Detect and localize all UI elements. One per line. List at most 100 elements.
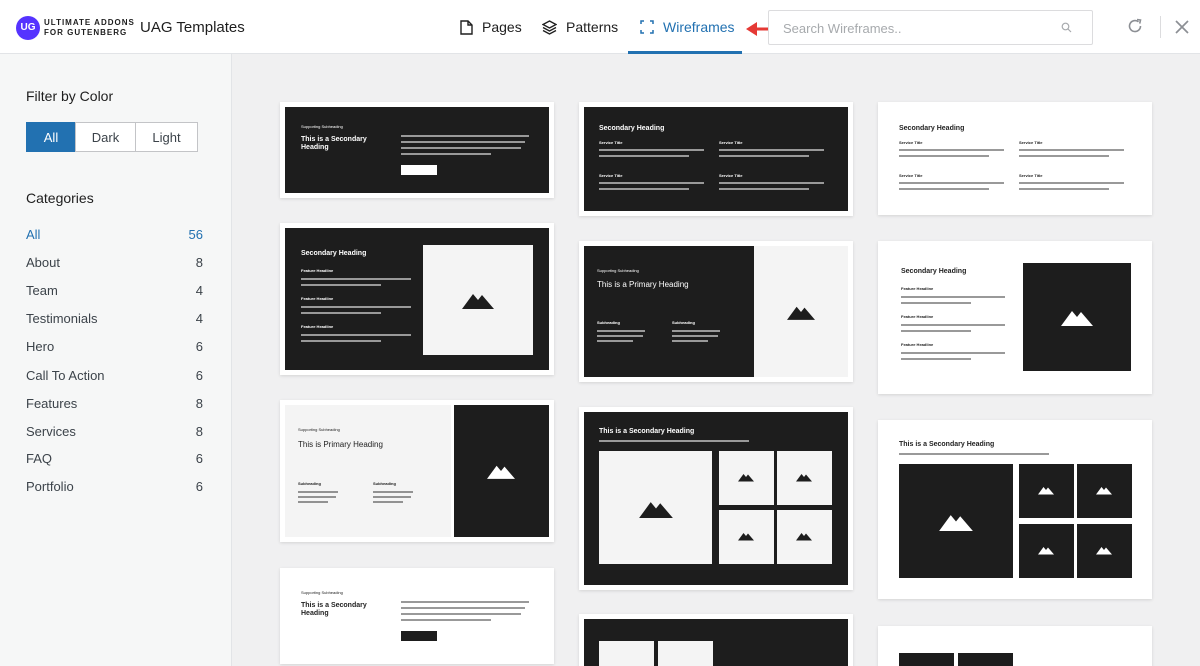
category-count: 8 [195,255,203,270]
thumb-image-placeholder [777,451,832,505]
sidebar: Filter by Color All Dark Light Categorie… [0,54,232,666]
wireframe-thumbnail: Secondary Heading Feature Headline Featu… [883,246,1147,389]
thumb-textline [597,340,633,342]
thumb-image-placeholder [777,510,832,564]
wireframe-card[interactable]: Secondary Heading Feature Headline Featu… [878,241,1152,394]
category-services[interactable]: Services 8 [26,424,203,444]
thumb-text: Subheading [373,481,396,486]
thumb-text: This is a Secondary Heading [899,441,995,448]
thumb-textline [672,330,720,332]
thumb-textline [719,155,809,157]
thumb-textline [901,352,1005,354]
category-call-to-action[interactable]: Call To Action 6 [26,368,203,388]
thumb-text: Service Title [599,173,623,178]
thumb-image-placeholder [423,245,533,355]
wireframe-card[interactable]: Secondary Heading Feature Headline Featu… [280,223,554,375]
wireframe-thumbnail: Supporting Subheading This is a Secondar… [285,573,549,659]
thumb-textline [401,619,491,621]
category-label: About [26,255,60,270]
thumb-image-placeholder [599,451,712,564]
tab-pages[interactable]: Pages [460,0,522,54]
wireframe-card[interactable]: Supporting Subheading This is a Secondar… [280,102,554,198]
tab-wireframes-label: Wireframes [663,19,735,35]
wireframe-card[interactable]: Supporting Subheading This is Primary He… [280,400,554,542]
category-count: 56 [188,227,203,242]
category-faq[interactable]: FAQ 6 [26,451,203,471]
category-portfolio[interactable]: Portfolio 6 [26,479,203,499]
thumb-cta [401,165,437,175]
thumb-textline [373,491,413,493]
mountain-icon [796,533,812,541]
wireframe-thumbnail: This is a Secondary Heading [584,412,848,585]
color-filter-all[interactable]: All [26,122,76,152]
category-about[interactable]: About 8 [26,255,203,275]
thumb-textline [899,182,1004,184]
wireframe-card[interactable] [579,614,853,666]
color-filter-light[interactable]: Light [135,122,198,152]
wireframe-card[interactable]: Secondary Heading Service Title Service … [579,102,853,216]
category-team[interactable]: Team 4 [26,283,203,303]
mountain-icon [738,533,754,541]
thumb-textline [1019,149,1124,151]
wireframe-thumbnail [584,619,848,666]
thumb-textline [599,440,749,442]
thumb-image-placeholder [719,451,774,505]
thumb-textline [597,330,645,332]
thumb-text: Service Title [1019,140,1043,145]
thumb-textline [599,182,704,184]
thumb-text: Service Title [899,140,923,145]
thumb-text: Feature Headline [301,268,334,273]
thumb-cta [401,631,437,641]
thumb-image-placeholder [599,641,654,666]
thumb-text: Feature Headline [901,342,934,347]
wireframe-icon [640,20,654,34]
thumb-textline [401,613,521,615]
thumb-textline [298,496,336,498]
thumb-textline [401,601,529,603]
wireframe-card[interactable] [878,626,1152,666]
tab-wireframes[interactable]: Wireframes [640,0,735,54]
thumb-text: Secondary Heading [301,250,367,257]
wireframe-card[interactable]: This is a Secondary Heading [878,420,1152,599]
thumb-textline [899,149,1004,151]
thumb-image-placeholder [719,510,774,564]
wireframe-card[interactable]: Supporting Subheading This is a Primary … [579,241,853,382]
thumb-text: This is a Secondary Heading [599,428,695,435]
thumb-text: Service Title [1019,173,1043,178]
category-label: Testimonials [26,311,98,326]
category-count: 6 [195,368,203,383]
thumb-textline [301,306,411,308]
wireframe-thumbnail: Secondary Heading Service Title Service … [584,107,848,211]
category-features[interactable]: Features 8 [26,396,203,416]
wireframe-card[interactable]: This is a Secondary Heading [579,407,853,590]
color-filter-dark[interactable]: Dark [75,122,136,152]
category-all[interactable]: All 56 [26,227,203,247]
close-icon[interactable] [1175,20,1189,34]
header-divider [1160,16,1161,38]
tab-patterns[interactable]: Patterns [542,0,618,54]
thumb-text: Feature Headline [901,286,934,291]
thumb-textline [401,607,525,609]
thumb-textline [1019,182,1124,184]
thumb-textline [899,188,989,190]
wireframe-card[interactable]: Supporting Subheading This is a Secondar… [280,568,554,664]
thumb-text: Secondary Heading [599,125,665,132]
thumb-textline [301,278,411,280]
page-icon [460,19,473,35]
category-testimonials[interactable]: Testimonials 4 [26,311,203,331]
search-input[interactable]: Search Wireframes.. [768,10,1093,45]
thumb-image-placeholder [454,405,549,537]
thumb-textline [719,149,824,151]
category-label: Call To Action [26,368,105,383]
thumb-textline [401,147,521,149]
category-hero[interactable]: Hero 6 [26,339,203,359]
mountain-icon [939,515,973,531]
wireframe-thumbnail: Supporting Subheading This is a Secondar… [285,107,549,193]
thumb-textline [901,330,971,332]
wireframe-card[interactable]: Secondary Heading Service Title Service … [878,102,1152,215]
search-icon [1061,22,1072,33]
mountain-icon [462,294,494,309]
category-label: Portfolio [26,479,74,494]
refresh-icon[interactable] [1127,18,1143,34]
thumb-text: Supporting Subheading [298,427,340,432]
